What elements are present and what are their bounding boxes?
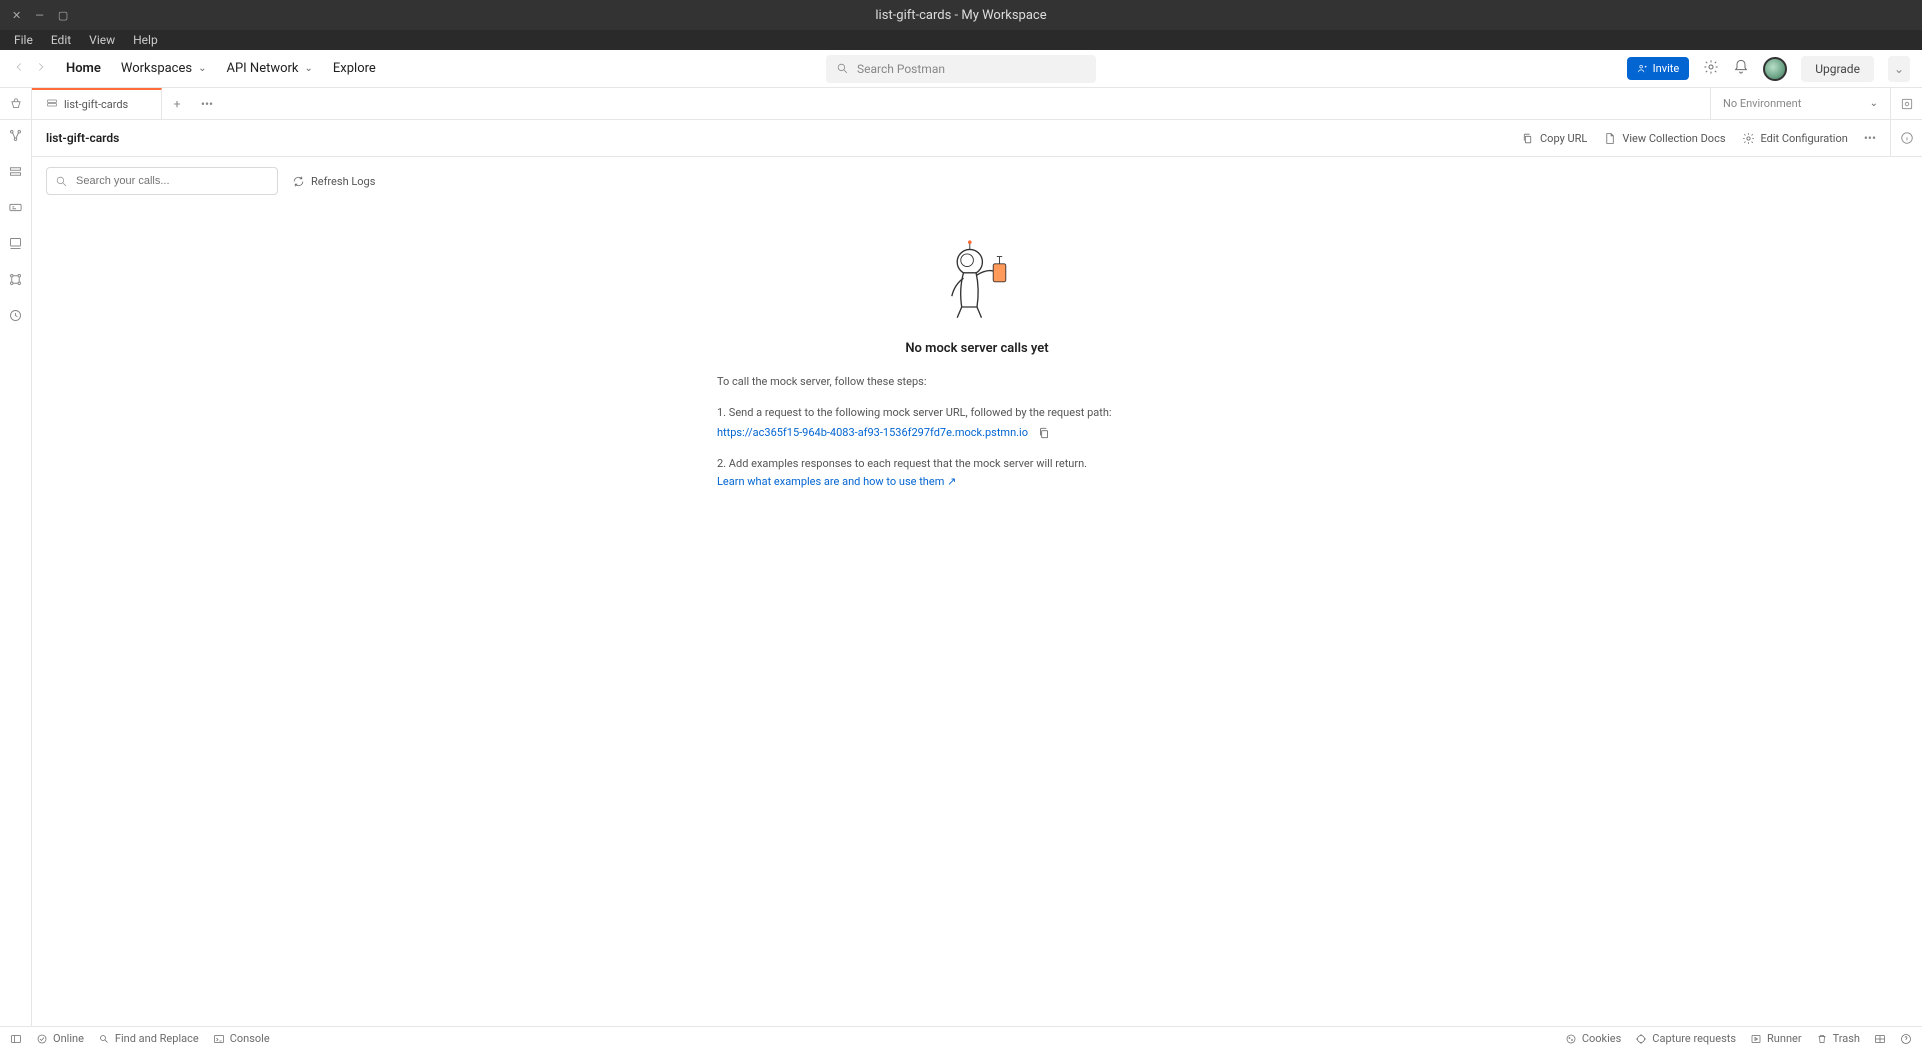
- menu-view[interactable]: View: [81, 31, 123, 49]
- status-layout-icon[interactable]: [1874, 1032, 1886, 1045]
- context-bar-info-icon[interactable]: [1890, 120, 1922, 156]
- chevron-down-icon: ⌄: [198, 63, 206, 74]
- top-nav: Home Workspaces⌄ API Network⌄ Explore Se…: [0, 50, 1922, 88]
- status-runner[interactable]: Runner: [1750, 1032, 1802, 1045]
- status-panel-toggle[interactable]: [10, 1033, 22, 1045]
- copy-icon: [1521, 132, 1534, 145]
- more-actions-button[interactable]: •••: [1864, 131, 1876, 145]
- nav-explore[interactable]: Explore: [333, 61, 376, 76]
- window-minimize-icon[interactable]: —: [35, 9, 44, 22]
- page-title: list-gift-cards: [46, 131, 119, 145]
- global-search[interactable]: Search Postman: [826, 55, 1096, 83]
- menu-edit[interactable]: Edit: [43, 31, 79, 49]
- rail-collections-icon[interactable]: [8, 128, 23, 146]
- invite-button[interactable]: Invite: [1627, 57, 1690, 80]
- nav-api-network[interactable]: API Network⌄: [226, 61, 312, 76]
- search-icon: [55, 175, 68, 188]
- window-maximize-icon[interactable]: ▢: [58, 9, 68, 22]
- nav-home[interactable]: Home: [66, 61, 101, 76]
- tab-more-button[interactable]: •••: [192, 88, 222, 119]
- document-icon: [1603, 132, 1616, 145]
- call-search-input[interactable]: [46, 167, 278, 195]
- environment-selector[interactable]: No Environment ⌄: [1710, 88, 1890, 119]
- status-help-icon[interactable]: [1900, 1032, 1912, 1045]
- empty-heading: No mock server calls yet: [905, 341, 1048, 356]
- user-plus-icon: [1637, 63, 1648, 74]
- search-icon: [836, 62, 849, 75]
- sidebar-toggle-icon[interactable]: [0, 88, 32, 119]
- empty-step1: 1. Send a request to the following mock …: [717, 405, 1237, 422]
- titlebar: ✕ — ▢ list-gift-cards - My Workspace: [0, 0, 1922, 30]
- menubar: File Edit View Help: [0, 30, 1922, 50]
- rail-environments-icon[interactable]: [8, 200, 23, 218]
- mock-server-icon: [46, 97, 58, 112]
- nav-back-icon[interactable]: [12, 60, 26, 77]
- refresh-logs-button[interactable]: Refresh Logs: [292, 175, 375, 188]
- empty-intro: To call the mock server, follow these st…: [717, 374, 1237, 391]
- menu-help[interactable]: Help: [125, 31, 166, 49]
- astronaut-illustration-icon: [932, 235, 1022, 325]
- rail-history-icon[interactable]: [8, 308, 23, 326]
- upgrade-button[interactable]: Upgrade: [1801, 56, 1874, 82]
- edit-configuration-button[interactable]: Edit Configuration: [1742, 132, 1848, 145]
- refresh-icon: [292, 175, 305, 188]
- tab-strip: list-gift-cards + ••• No Environment ⌄: [0, 88, 1922, 120]
- chevron-down-icon: ⌄: [305, 63, 313, 74]
- nav-forward-icon[interactable]: [34, 60, 48, 77]
- window-title: list-gift-cards - My Workspace: [875, 8, 1046, 23]
- user-avatar[interactable]: [1763, 57, 1787, 81]
- menu-file[interactable]: File: [6, 31, 41, 49]
- environment-quick-look-icon[interactable]: [1890, 88, 1922, 119]
- empty-state: No mock server calls yet To call the moc…: [32, 205, 1922, 1026]
- status-bar: Online Find and Replace Console Cookies …: [0, 1026, 1922, 1050]
- notifications-icon[interactable]: [1733, 59, 1749, 78]
- status-capture-requests[interactable]: Capture requests: [1635, 1032, 1736, 1045]
- rail-apis-icon[interactable]: [8, 164, 23, 182]
- nav-workspaces[interactable]: Workspaces⌄: [121, 61, 207, 76]
- tab-list-gift-cards[interactable]: list-gift-cards: [32, 88, 162, 119]
- copy-url-inline-button[interactable]: [1037, 426, 1051, 440]
- chevron-down-icon: ⌄: [1870, 98, 1878, 109]
- left-rail: [0, 120, 32, 1026]
- copy-url-button[interactable]: Copy URL: [1521, 132, 1587, 145]
- settings-icon[interactable]: [1703, 59, 1719, 78]
- rail-flows-icon[interactable]: [8, 272, 23, 290]
- tab-add-button[interactable]: +: [162, 88, 192, 119]
- upgrade-dropdown[interactable]: ⌄: [1888, 56, 1910, 82]
- status-find-replace[interactable]: Find and Replace: [98, 1032, 199, 1045]
- view-collection-docs-button[interactable]: View Collection Docs: [1603, 132, 1725, 145]
- status-cookies[interactable]: Cookies: [1565, 1032, 1621, 1045]
- tab-label: list-gift-cards: [64, 98, 128, 111]
- tools-row: Refresh Logs: [32, 157, 1922, 205]
- window-close-icon[interactable]: ✕: [12, 9, 21, 22]
- gear-icon: [1742, 132, 1755, 145]
- status-console[interactable]: Console: [213, 1032, 270, 1045]
- rail-monitors-icon[interactable]: [8, 236, 23, 254]
- status-trash[interactable]: Trash: [1816, 1032, 1860, 1045]
- learn-examples-link[interactable]: Learn what examples are and how to use t…: [717, 475, 956, 488]
- search-placeholder: Search Postman: [857, 62, 945, 76]
- empty-step2: 2. Add examples responses to each reques…: [717, 456, 1237, 473]
- status-online[interactable]: Online: [36, 1032, 84, 1045]
- mock-server-url-link[interactable]: https://ac365f15-964b-4083-af93-1536f297…: [717, 426, 1028, 439]
